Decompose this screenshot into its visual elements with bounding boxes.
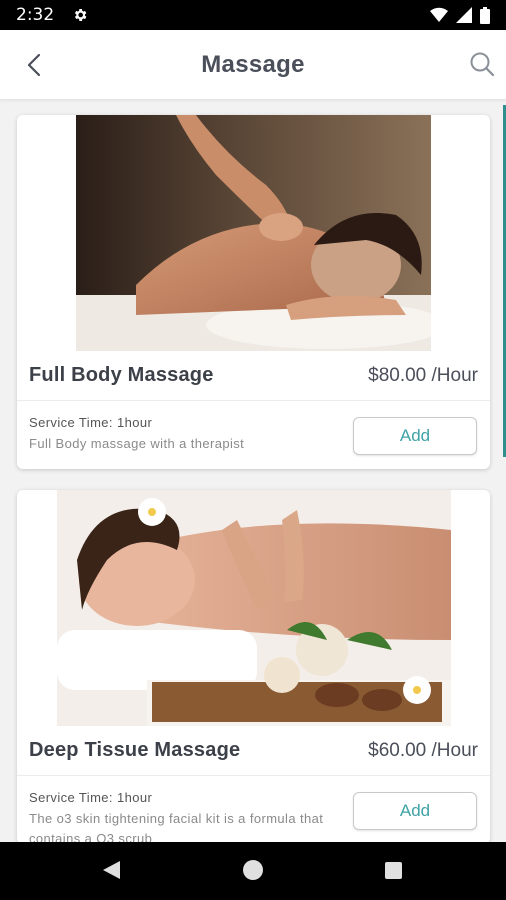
status-time: 2:32 [16,5,55,25]
wifi-icon [430,7,448,23]
signal-icon [456,7,472,23]
nav-back-icon[interactable] [100,859,122,881]
service-time-value: 1hour [116,415,153,430]
service-title: Full Body Massage [29,364,214,386]
nav-home-icon[interactable] [243,860,263,880]
add-button[interactable]: Add [353,792,477,830]
app-bar: Massage [0,30,506,100]
back-arrow-icon[interactable] [22,52,48,78]
service-card[interactable]: Full Body Massage $80.00 /Hour Service T… [17,115,490,469]
page-title: Massage [201,50,305,78]
service-title: Deep Tissue Massage [29,739,241,761]
service-time-value: 1hour [116,790,153,805]
add-button[interactable]: Add [353,417,477,455]
service-description: Full Body massage with a therapist [29,436,245,451]
search-icon[interactable] [468,50,496,78]
system-nav-bar [0,842,506,900]
service-header: Deep Tissue Massage $60.00 /Hour [17,726,490,776]
status-bar: 2:32 [0,0,506,30]
service-price: $60.00 /Hour [368,739,478,761]
status-icons [430,6,490,24]
service-card[interactable]: Deep Tissue Massage $60.00 /Hour Service… [17,490,490,842]
service-price: $80.00 /Hour [368,364,478,386]
service-time-label: Service Time: [29,415,113,430]
screen: 2:32 Massage Full Body Massage $80.00 /H… [0,0,506,900]
settings-gear-icon [75,9,87,21]
deep-tissue-massage-photo [56,490,451,726]
service-description: The o3 skin tightening facial kit is a f… [29,811,324,842]
service-details: Service Time: 1hour Full Body massage wi… [17,401,490,469]
service-header: Full Body Massage $80.00 /Hour [17,351,490,401]
service-list[interactable]: Full Body Massage $80.00 /Hour Service T… [0,101,506,842]
service-time-label: Service Time: [29,790,113,805]
nav-recents-icon[interactable] [385,862,402,879]
full-body-massage-photo [76,115,431,351]
battery-icon [480,6,490,24]
service-details: Service Time: 1hour The o3 skin tighteni… [17,776,490,842]
